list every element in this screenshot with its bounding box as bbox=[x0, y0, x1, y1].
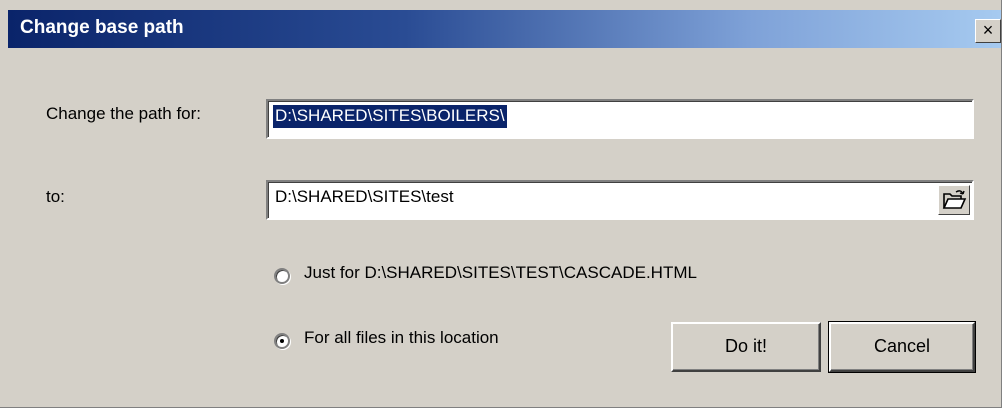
scope-option-all-files-label: For all files in this location bbox=[304, 328, 499, 347]
radio-single-file[interactable] bbox=[274, 268, 290, 284]
radio-all-files[interactable] bbox=[274, 333, 290, 349]
do-it-button[interactable]: Do it! bbox=[671, 322, 821, 372]
change-base-path-dialog: Change base path × Change the path for: … bbox=[0, 0, 1002, 408]
open-folder-icon bbox=[942, 190, 967, 209]
title-bar[interactable]: Change base path × bbox=[8, 10, 1001, 48]
cancel-button[interactable]: Cancel bbox=[828, 321, 976, 373]
from-path-label: Change the path for: bbox=[46, 104, 202, 123]
to-path-label: to: bbox=[46, 187, 65, 206]
scope-option-single-file-label: Just for D:\SHARED\SITES\TEST\CASCADE.HT… bbox=[304, 263, 697, 282]
radio-selected-dot bbox=[280, 339, 284, 343]
cancel-button-label: Cancel bbox=[873, 336, 931, 356]
close-icon: × bbox=[982, 20, 994, 40]
dialog-title: Change base path bbox=[20, 17, 184, 38]
from-path-value: D:\SHARED\SITES\BOILERS\ bbox=[272, 104, 508, 129]
do-it-button-label: Do it! bbox=[724, 336, 767, 356]
to-path-input[interactable]: D:\SHARED\SITES\test bbox=[266, 180, 974, 220]
close-button[interactable]: × bbox=[975, 19, 1001, 43]
browse-folder-button[interactable] bbox=[938, 185, 970, 215]
to-path-value: D:\SHARED\SITES\test bbox=[275, 187, 454, 206]
from-path-input[interactable]: D:\SHARED\SITES\BOILERS\ bbox=[266, 99, 974, 139]
